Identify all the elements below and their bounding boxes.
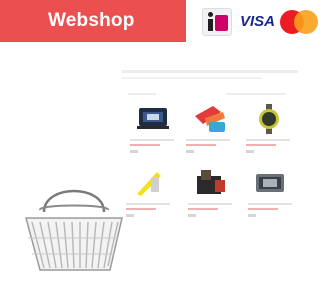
watch-icon [259,104,279,134]
green-watch-product [246,104,292,162]
webshop-preview [118,60,303,238]
laptop-product [130,104,176,162]
camera-icon [256,174,284,192]
yellow-pen-product [126,168,172,226]
mastercard-logo [280,10,318,34]
gift-box-product [188,168,234,226]
banner-title: Webshop [48,10,135,31]
payment-logos: VISA [196,4,320,38]
scarf-icon [195,106,225,132]
laptop-icon [137,108,169,129]
red-scarf-product [186,104,232,162]
camera-product [248,168,294,226]
shopping-basket-icon [25,189,123,271]
gift-box-icon [197,170,225,194]
webshop-banner: Webshop [0,0,186,42]
visa-logo: VISA [240,13,276,30]
pen-icon [137,172,161,196]
ideal-logo [202,8,232,36]
